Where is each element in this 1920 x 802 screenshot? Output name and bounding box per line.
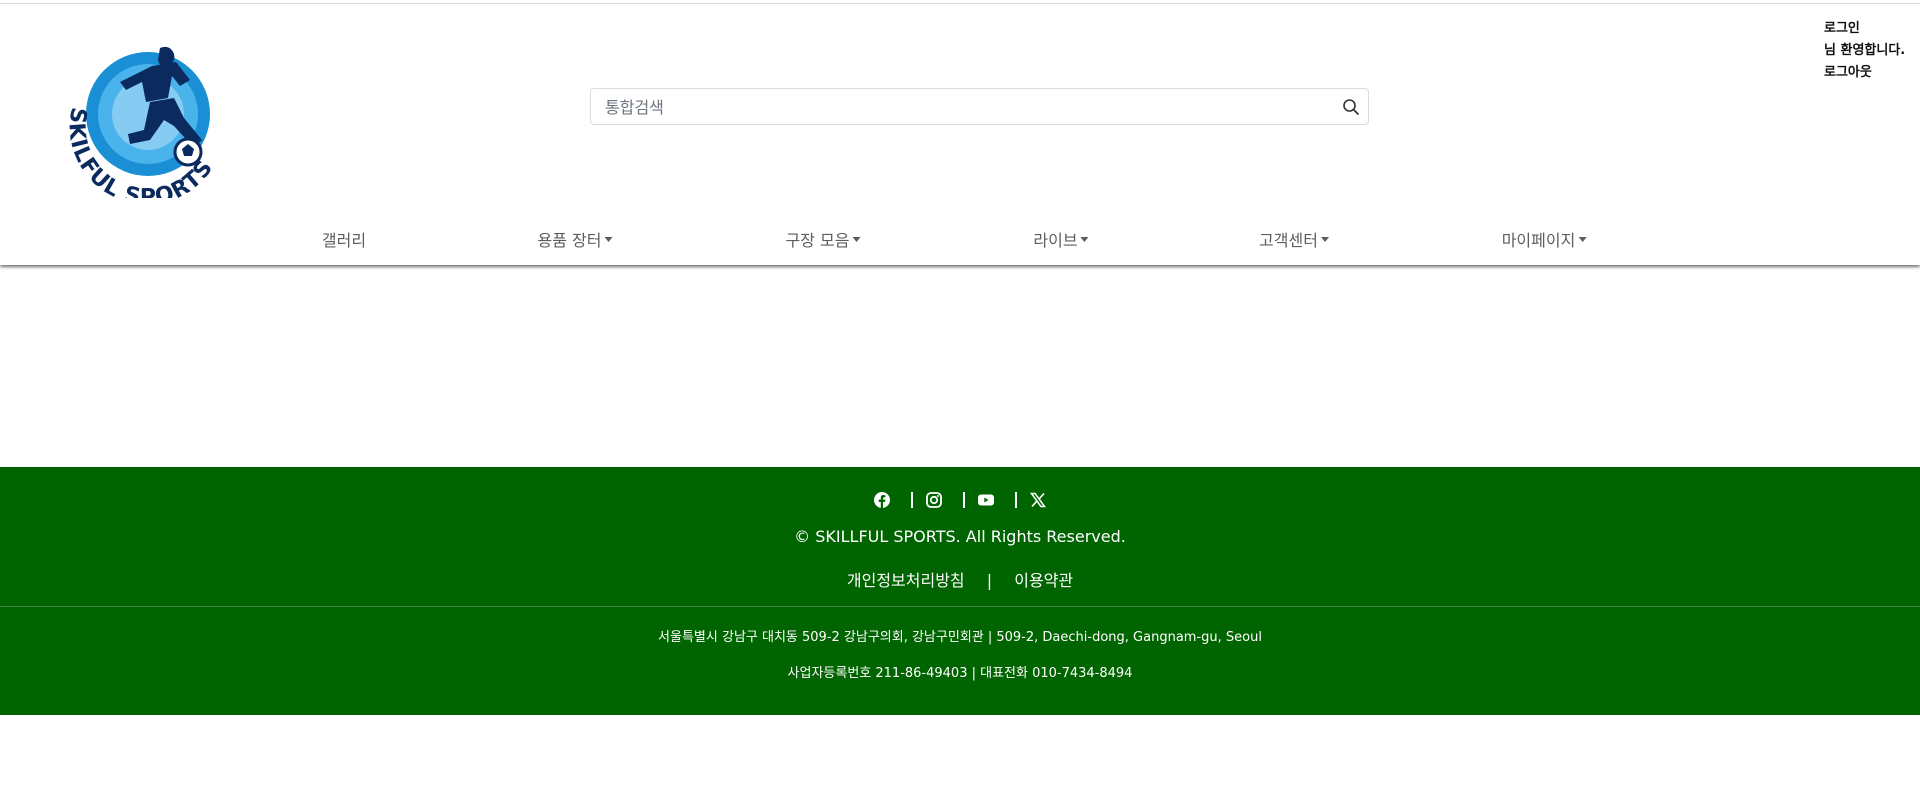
separator [1015,492,1017,508]
youtube-icon[interactable] [977,491,995,509]
policy-links: 개인정보처리방침 | 이용약관 [0,567,1920,591]
separator: | [986,571,993,590]
caret-down-icon [1320,237,1329,242]
instagram-icon[interactable] [925,491,943,509]
facebook-icon[interactable] [873,491,891,509]
address: 서울특별시 강남구 대치동 509-2 강남구의회, 강남구민회관 | 509-… [658,630,1262,645]
copyright: © SKILLFUL SPORTS. All Rights Reserved. [794,527,1126,546]
search-box [590,88,1369,126]
x-icon[interactable] [1029,491,1047,509]
caret-down-icon [1080,237,1089,242]
nav-gallery[interactable]: 갤러리 [322,226,366,256]
logout-link[interactable]: 로그아웃 [1824,62,1905,84]
nav-support[interactable]: 고객센터 [1259,226,1329,256]
nav-live[interactable]: 라이브 [1033,226,1089,256]
separator [963,492,965,508]
main-nav: 갤러리 용품 장터 구장 모음 라이브 고객센터 마이페이지 [0,226,1920,256]
separator [911,492,913,508]
search-input[interactable] [603,89,1307,126]
nav-market[interactable]: 용품 장터 [538,226,613,256]
footer-divider [0,606,1920,607]
nav-mypage[interactable]: 마이페이지 [1502,226,1587,256]
skilful-sports-logo[interactable]: SKILFUL SPORTS [64,22,228,198]
caret-down-icon [852,237,861,242]
login-link[interactable]: 로그인 [1824,18,1905,40]
business-info: 사업자등록번호 211-86-49403 | 대표전화 010-7434-849… [787,666,1133,681]
privacy-policy-link[interactable]: 개인정보처리방침 [847,571,965,590]
search-icon[interactable] [1342,98,1360,116]
welcome-text: 님 환영합니다. [1824,43,1906,58]
terms-link[interactable]: 이용약관 [1014,571,1073,590]
caret-down-icon [1578,237,1587,242]
nav-fields[interactable]: 구장 모음 [786,226,861,256]
user-links: 로그인 님 환영합니다. 로그아웃 [1824,18,1905,84]
caret-down-icon [604,237,613,242]
site-footer: © SKILLFUL SPORTS. All Rights Reserved. … [0,467,1920,715]
site-header: SKILFUL SPORTS 로그인 님 환영합니다. 로그아웃 갤러리 용품 … [0,4,1920,265]
social-links [0,491,1920,511]
